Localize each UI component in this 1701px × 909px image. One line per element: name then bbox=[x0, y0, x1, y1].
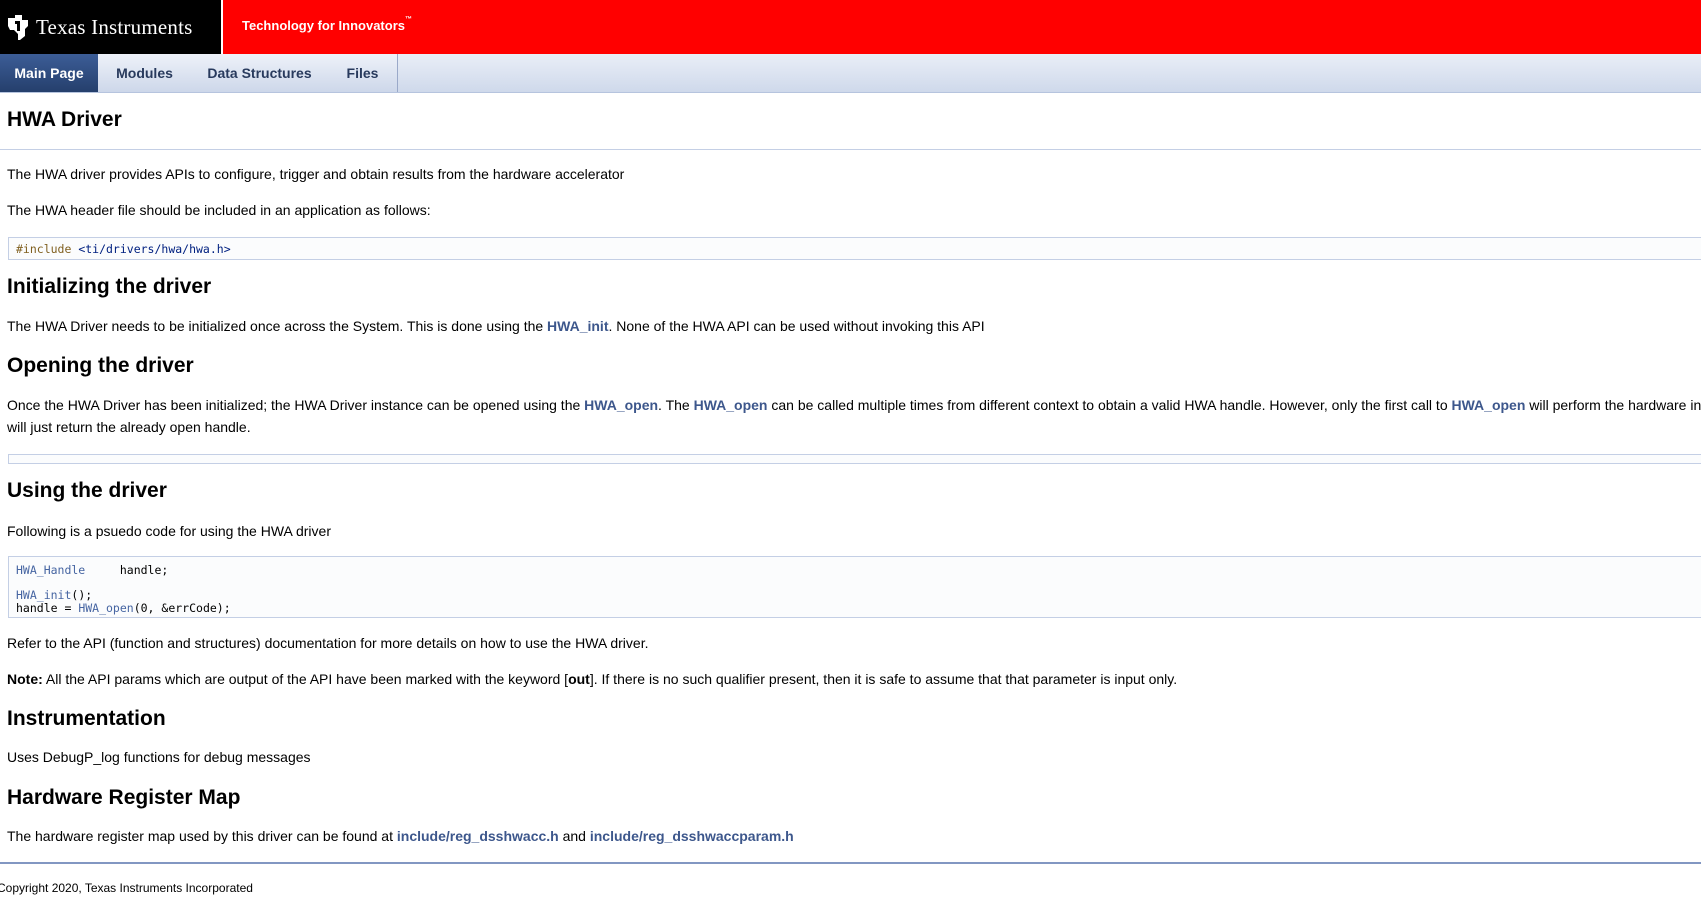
footer-copyright: Copyright 2020, Texas Instruments Incorp… bbox=[0, 881, 253, 895]
header-banner: Texas Instruments Technology for Innovat… bbox=[0, 0, 1701, 54]
code-line-3: handle = HWA_open(0, &errCode); bbox=[16, 601, 231, 615]
link-reg-dsshwaccparam[interactable]: include/reg_dsshwaccparam.h bbox=[590, 828, 794, 844]
intro-text-2: The HWA header file should be included i… bbox=[7, 202, 431, 218]
heading-instrumentation: Instrumentation bbox=[7, 707, 166, 730]
include-directive: #include bbox=[16, 242, 79, 256]
heading-opening: Opening the driver bbox=[7, 354, 194, 377]
code-line-2: HWA_init(); bbox=[16, 588, 93, 602]
page-header: HWA Driver bbox=[0, 93, 1701, 150]
link-hwa-open-1[interactable]: HWA_open bbox=[584, 397, 658, 413]
refer-text: Refer to the API (function and structure… bbox=[7, 635, 649, 651]
logo-divider bbox=[221, 0, 223, 54]
init-text: The HWA Driver needs to be initialized o… bbox=[7, 318, 985, 334]
note-keyword: out bbox=[568, 671, 590, 687]
page-title: HWA Driver bbox=[7, 108, 122, 131]
footer-divider bbox=[0, 862, 1701, 864]
instrumentation-text: Uses DebugP_log functions for debug mess… bbox=[7, 749, 311, 765]
tab-data-structures[interactable]: Data Structures bbox=[191, 54, 329, 92]
open-text: Once the HWA Driver has been initialized… bbox=[7, 397, 1701, 413]
include-line: #include <ti/drivers/hwa/hwa.h> bbox=[16, 242, 231, 256]
include-path: <ti/drivers/hwa/hwa.h> bbox=[78, 242, 231, 256]
tagline: Technology for Innovators™ bbox=[242, 16, 412, 33]
intro-text-1: The HWA driver provides APIs to configur… bbox=[7, 166, 625, 182]
brand-name: Texas Instruments bbox=[36, 14, 193, 39]
link-code-hwa-open[interactable]: HWA_open bbox=[78, 601, 133, 615]
tab-main-page[interactable]: Main Page bbox=[0, 54, 99, 92]
note-label: Note: bbox=[7, 671, 43, 687]
note-text: Note: All the API params which are outpu… bbox=[7, 671, 1178, 687]
link-hwa-handle[interactable]: HWA_Handle bbox=[16, 563, 85, 577]
link-code-hwa-init[interactable]: HWA_init bbox=[16, 588, 71, 602]
ti-logo-icon bbox=[8, 15, 28, 40]
include-code-block: #include <ti/drivers/hwa/hwa.h> bbox=[8, 237, 1701, 260]
nav-bar: Main Page Modules Data Structures Files bbox=[0, 54, 1701, 93]
code-line-1: HWA_Handle handle; bbox=[16, 563, 169, 577]
tab-modules[interactable]: Modules bbox=[98, 54, 192, 92]
link-hwa-open-3[interactable]: HWA_open bbox=[1452, 397, 1526, 413]
ti-logo[interactable]: Texas Instruments bbox=[0, 0, 221, 54]
link-hwa-open-2[interactable]: HWA_open bbox=[694, 397, 768, 413]
tab-files[interactable]: Files bbox=[328, 54, 398, 92]
heading-initializing: Initializing the driver bbox=[7, 275, 212, 298]
trademark-mark: ™ bbox=[405, 16, 412, 23]
heading-register-map: Hardware Register Map bbox=[7, 786, 241, 809]
register-map-text: The hardware register map used by this d… bbox=[7, 828, 794, 844]
open-text-line2: will just return the already open handle… bbox=[7, 419, 251, 435]
link-hwa-init[interactable]: HWA_init bbox=[547, 318, 608, 334]
empty-code-block bbox=[8, 454, 1701, 464]
heading-using: Using the driver bbox=[7, 479, 167, 502]
using-text: Following is a psuedo code for using the… bbox=[7, 523, 331, 539]
usage-code-block: HWA_Handle handle; HWA_init(); handle = … bbox=[8, 556, 1701, 618]
link-reg-dsshwacc[interactable]: include/reg_dsshwacc.h bbox=[397, 828, 559, 844]
